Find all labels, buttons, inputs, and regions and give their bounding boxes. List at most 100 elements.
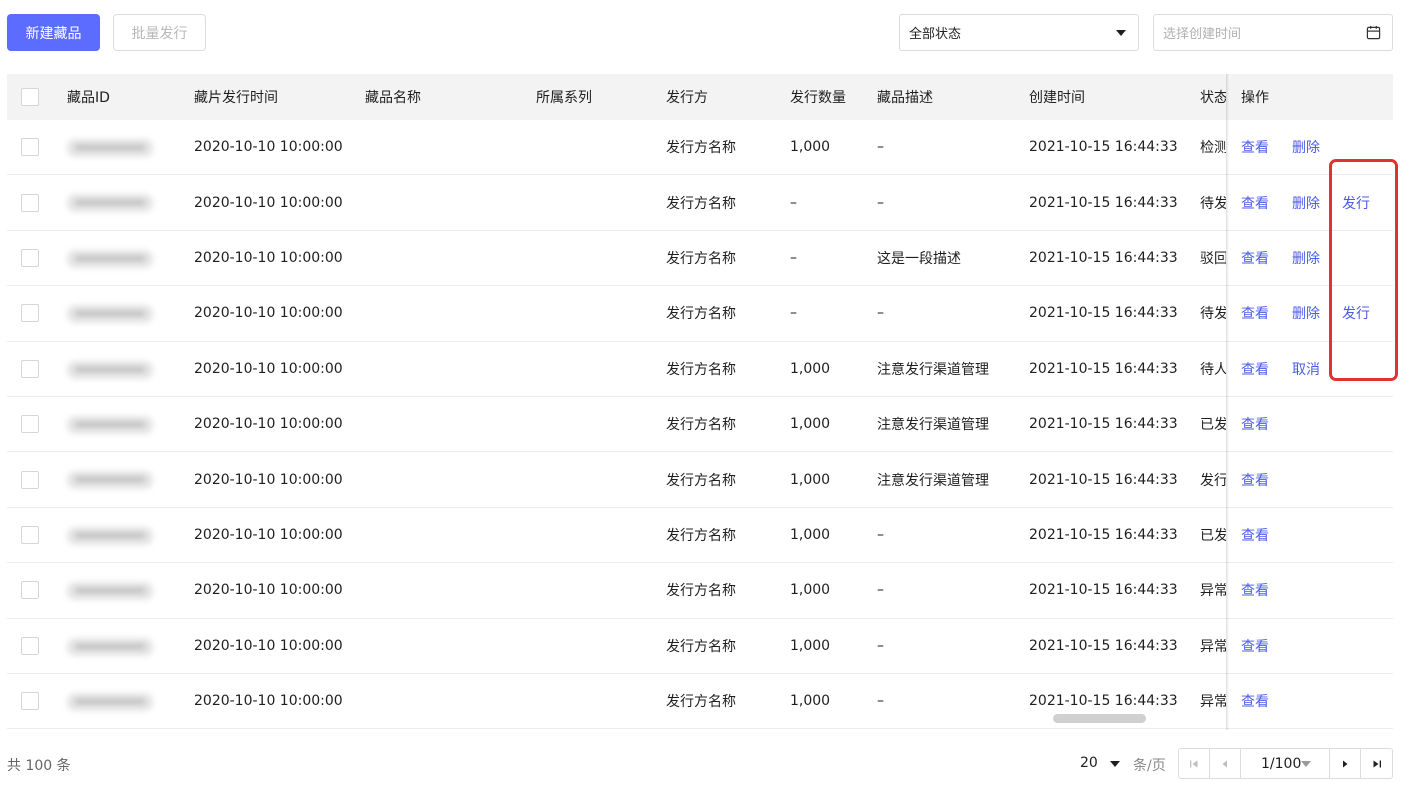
delete-link[interactable]: 删除 [1292,286,1320,340]
cell-issue-time: 2020-10-10 10:00:00 [194,416,343,433]
create-collection-button[interactable]: 新建藏品 [7,14,100,51]
page-select[interactable]: 1/100 [1241,749,1330,778]
view-link[interactable]: 查看 [1241,286,1269,340]
cell-quantity: 1,000 [790,139,831,156]
row-checkbox[interactable] [21,581,39,600]
delete-link[interactable]: 删除 [1292,120,1320,174]
row-checkbox[interactable] [21,470,39,489]
row-checkbox[interactable] [21,248,39,267]
row-checkbox[interactable] [21,415,39,434]
table-row: 2020-10-10 10:00:00 发行方名称 1,000–2021-10-15… [7,618,1393,674]
cell-status: 异常 [1200,583,1226,600]
view-link[interactable]: 查看 [1241,674,1269,728]
cell-created-time: 2021-10-15 16:44:33 [1029,249,1178,266]
first-page-button[interactable] [1179,749,1210,778]
cell-issue-time: 2020-10-10 10:00:00 [194,526,343,543]
view-link[interactable]: 查看 [1241,619,1269,673]
cell-issuer: 发行方名称 [666,195,736,212]
select-all-checkbox[interactable] [21,88,39,106]
created-time-picker[interactable]: 选择创建时间 [1153,14,1393,51]
cancel-link[interactable]: 取消 [1292,342,1320,396]
page-size-select[interactable]: 20 [1080,755,1098,771]
cell-status: 已发 [1200,527,1226,544]
cell-quantity: 1,000 [790,471,831,488]
cell-status: 发行 [1200,472,1226,489]
row-checkbox[interactable] [21,304,39,323]
cell-description: – [877,194,884,211]
view-link[interactable]: 查看 [1241,175,1269,229]
view-link[interactable]: 查看 [1241,231,1269,285]
next-page-button[interactable] [1330,749,1361,778]
cell-issuer: 发行方名称 [666,306,736,323]
header-description: 藏品描述 [877,90,933,106]
horizontal-scrollbar[interactable] [1053,714,1146,723]
cell-created-time: 2021-10-15 16:44:33 [1029,582,1178,599]
last-page-button[interactable] [1361,749,1392,778]
header-series: 所属系列 [536,90,592,106]
cell-description: 注意发行渠道管理 [877,361,989,378]
cell-description: 这是一段描述 [877,250,961,267]
fixed-column-shadow [1226,74,1229,730]
cell-issue-time: 2020-10-10 10:00:00 [194,471,343,488]
collection-id-blurred [67,582,153,601]
cell-issuer: 发行方名称 [666,583,736,600]
cell-status: 待发 [1200,306,1226,323]
cell-created-time: 2021-10-15 16:44:33 [1029,194,1178,211]
batch-issue-button[interactable]: 批量发行 [113,14,206,51]
caret-down-icon[interactable] [1110,761,1120,767]
header-status: 状态 [1200,90,1226,106]
cell-actions: 查看 [1226,396,1393,452]
table-row: 2020-10-10 10:00:00 发行方名称 – 这是一段描述 2021-10-1… [7,230,1393,287]
cell-issue-time: 2020-10-10 10:00:00 [194,582,343,599]
view-link[interactable]: 查看 [1241,342,1269,396]
cell-issuer: 发行方名称 [666,638,736,655]
cell-created-time: 2021-10-15 16:44:33 [1029,139,1178,156]
row-checkbox[interactable] [21,359,39,378]
status-select[interactable]: 全部状态 [899,14,1139,51]
header-id: 藏品ID [67,90,110,106]
collection-id-blurred [67,194,153,213]
cell-description: 注意发行渠道管理 [877,472,989,489]
table-row: 2020-10-10 10:00:00 发行方名称 – – 2021-10-15 16:… [7,175,1393,231]
view-link[interactable]: 查看 [1241,452,1269,506]
cell-description: – [877,637,884,654]
cell-description: – [877,526,884,543]
cell-description: – [877,305,884,322]
cell-description: – [877,139,884,156]
cell-status: 待发 [1200,195,1226,212]
row-checkbox[interactable] [21,636,39,655]
header-issue-time: 藏片发行时间 [194,90,278,106]
delete-link[interactable]: 删除 [1292,175,1320,229]
cell-status: 待人 [1200,361,1226,378]
view-link[interactable]: 查看 [1241,397,1269,451]
row-checkbox[interactable] [21,138,39,157]
cell-issuer: 发行方名称 [666,417,736,434]
table-row: 2020-10-10 10:00:00 发行方名称 1,000–2021-10-15… [7,673,1393,730]
cell-issuer: 发行方名称 [666,361,736,378]
collection-id-blurred [67,415,153,434]
collection-id-blurred [67,305,153,324]
view-link[interactable]: 查看 [1241,120,1269,174]
cell-issue-time: 2020-10-10 10:00:00 [194,360,343,377]
view-link[interactable]: 查看 [1241,508,1269,562]
collection-id-blurred [67,471,153,490]
cell-quantity: 1,000 [790,526,831,543]
header-name: 藏品名称 [365,90,421,106]
cell-quantity: 1,000 [790,637,831,654]
cell-status: 检测 [1200,140,1226,157]
per-page-label: 条/页 [1133,758,1166,774]
view-link[interactable]: 查看 [1241,563,1269,617]
table-row: 2020-10-10 10:00:00 发行方名称 1,000–2021-10-15… [7,563,1393,619]
cell-quantity: 1,000 [790,360,831,377]
next-page-icon [1343,760,1348,767]
table-body: 2020-10-10 10:00:00 发行方名称 1,000 – 2021-10-15… [7,120,1393,730]
row-checkbox[interactable] [21,525,39,544]
header-actions-cell: 操作 [1226,74,1393,120]
status-select-value: 全部状态 [909,27,962,42]
delete-link[interactable]: 删除 [1292,231,1320,285]
row-checkbox[interactable] [21,692,39,711]
prev-page-button[interactable] [1210,749,1241,778]
calendar-icon [1366,25,1381,40]
row-checkbox[interactable] [21,193,39,212]
caret-down-icon [1116,30,1126,36]
